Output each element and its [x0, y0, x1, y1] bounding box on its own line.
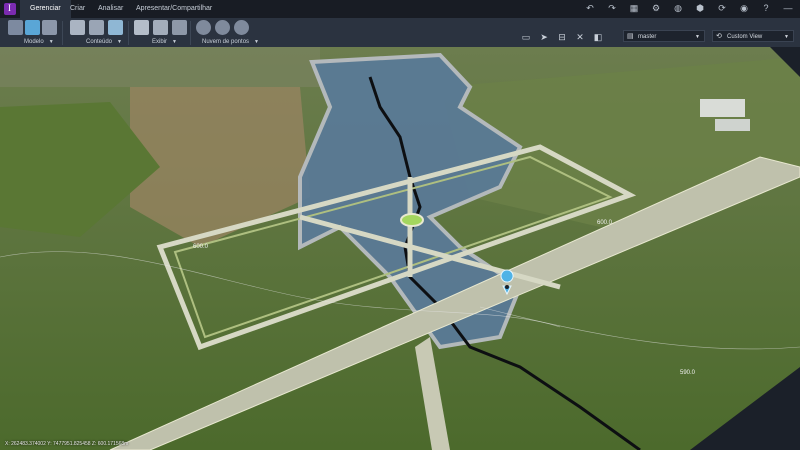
roundabout[interactable] — [400, 213, 424, 227]
chevron-down-icon: ▼ — [172, 39, 177, 45]
proposal-value: master — [638, 34, 657, 40]
chevron-down-icon: ▼ — [695, 34, 700, 40]
chevron-down-icon: ▼ — [48, 39, 54, 45]
chevron-down-icon: ▼ — [254, 39, 259, 45]
group-label: Conteúdo — [86, 39, 113, 45]
data-icon[interactable] — [42, 20, 57, 35]
measure-icon[interactable]: ⊟ — [556, 31, 568, 43]
tools-icon[interactable]: ✕ — [574, 31, 586, 43]
title-bar: Gerenciar Criar Analisar Apresentar/Comp… — [0, 0, 800, 19]
cursor-coordinates: X: 262483.374002 Y: 7477951.825458 Z: 60… — [5, 441, 129, 447]
pointcloud-terrain-icon[interactable] — [215, 20, 230, 35]
globe-icon[interactable]: ◍ — [672, 2, 684, 14]
ribbon-group-conteudo: Conteúdo ▼ — [68, 20, 128, 47]
proposal-dropdown[interactable]: ▤ master ▼ — [623, 30, 705, 42]
sync-icon[interactable]: ⟳ — [716, 2, 728, 14]
pointcloud-icon[interactable] — [196, 20, 211, 35]
contour-label: 600.0 — [193, 244, 209, 250]
terrain-icon[interactable] — [153, 20, 168, 35]
3d-viewport[interactable]: 600.0 600.0 590.0 X: 262483.374002 Y: 74… — [0, 47, 800, 450]
view-dropdown[interactable]: ⟲ Custom View ▼ — [712, 30, 794, 42]
globe-layers-icon[interactable] — [108, 20, 123, 35]
building — [700, 99, 745, 117]
view-value: Custom View — [727, 34, 763, 40]
cube-icon[interactable]: ⬢ — [694, 2, 706, 14]
infraworks-logo-icon[interactable] — [4, 3, 16, 15]
proposal-icon: ▤ — [627, 33, 634, 40]
minimize-icon[interactable]: — — [782, 2, 794, 14]
view-icon: ⟲ — [716, 33, 722, 40]
ribbon-group-conteudo-label[interactable]: Conteúdo ▼ — [86, 39, 122, 45]
tab-apresentar-compartilhar[interactable]: Apresentar/Compartilhar — [126, 0, 222, 18]
group-label: Modelo — [24, 39, 44, 45]
distant-urban-area — [0, 47, 320, 87]
select-cursor-icon[interactable]: ➤ — [538, 31, 550, 43]
tag-icon[interactable]: ◧ — [592, 31, 604, 43]
ribbon-group-exibir: Exibir ▼ — [132, 20, 192, 47]
chevron-down-icon: ▼ — [117, 39, 122, 45]
settings-icon[interactable]: ⚙ — [650, 2, 662, 14]
contour-label: 590.0 — [680, 370, 696, 376]
title-actions: ↶ ↷ ▦ ⚙ ◍ ⬢ ⟳ ◉ ? — — [584, 2, 794, 14]
chevron-down-icon: ▼ — [784, 34, 789, 40]
user-icon[interactable]: ◉ — [738, 2, 750, 14]
redo-icon[interactable]: ↷ — [606, 2, 618, 14]
ribbon-group-exibir-label[interactable]: Exibir ▼ — [152, 39, 177, 45]
grid-icon[interactable]: ▦ — [628, 2, 640, 14]
view-tools: ▭ ➤ ⊟ ✕ ◧ — [520, 28, 604, 46]
group-label: Exibir — [152, 39, 168, 45]
stack-icon[interactable] — [89, 20, 104, 35]
frame-icon[interactable] — [25, 20, 40, 35]
ribbon-divider — [190, 21, 191, 45]
group-label: Nuvem de pontos — [202, 39, 250, 45]
contour-label: 600.0 — [597, 220, 613, 226]
database-icon[interactable] — [70, 20, 85, 35]
ribbon-group-modelo: Modelo ▼ — [6, 20, 58, 47]
ribbon-group-modelo-label[interactable]: Modelo ▼ — [24, 39, 54, 45]
table-icon[interactable] — [172, 20, 187, 35]
pointcloud-cut-icon[interactable] — [234, 20, 249, 35]
terrain-scene[interactable] — [0, 47, 800, 450]
ribbon-group-nuvem-label[interactable]: Nuvem de pontos ▼ — [202, 39, 259, 45]
model-icon[interactable] — [8, 20, 23, 35]
ribbon-divider — [128, 21, 129, 45]
ribbon-group-nuvem-de-pontos: Nuvem de pontos ▼ — [194, 20, 260, 47]
building — [715, 119, 750, 131]
ribbon-divider — [62, 21, 63, 45]
undo-icon[interactable]: ↶ — [584, 2, 596, 14]
presentation-icon[interactable]: ▭ — [520, 31, 532, 43]
layers-icon[interactable] — [134, 20, 149, 35]
help-icon[interactable]: ? — [760, 2, 772, 14]
